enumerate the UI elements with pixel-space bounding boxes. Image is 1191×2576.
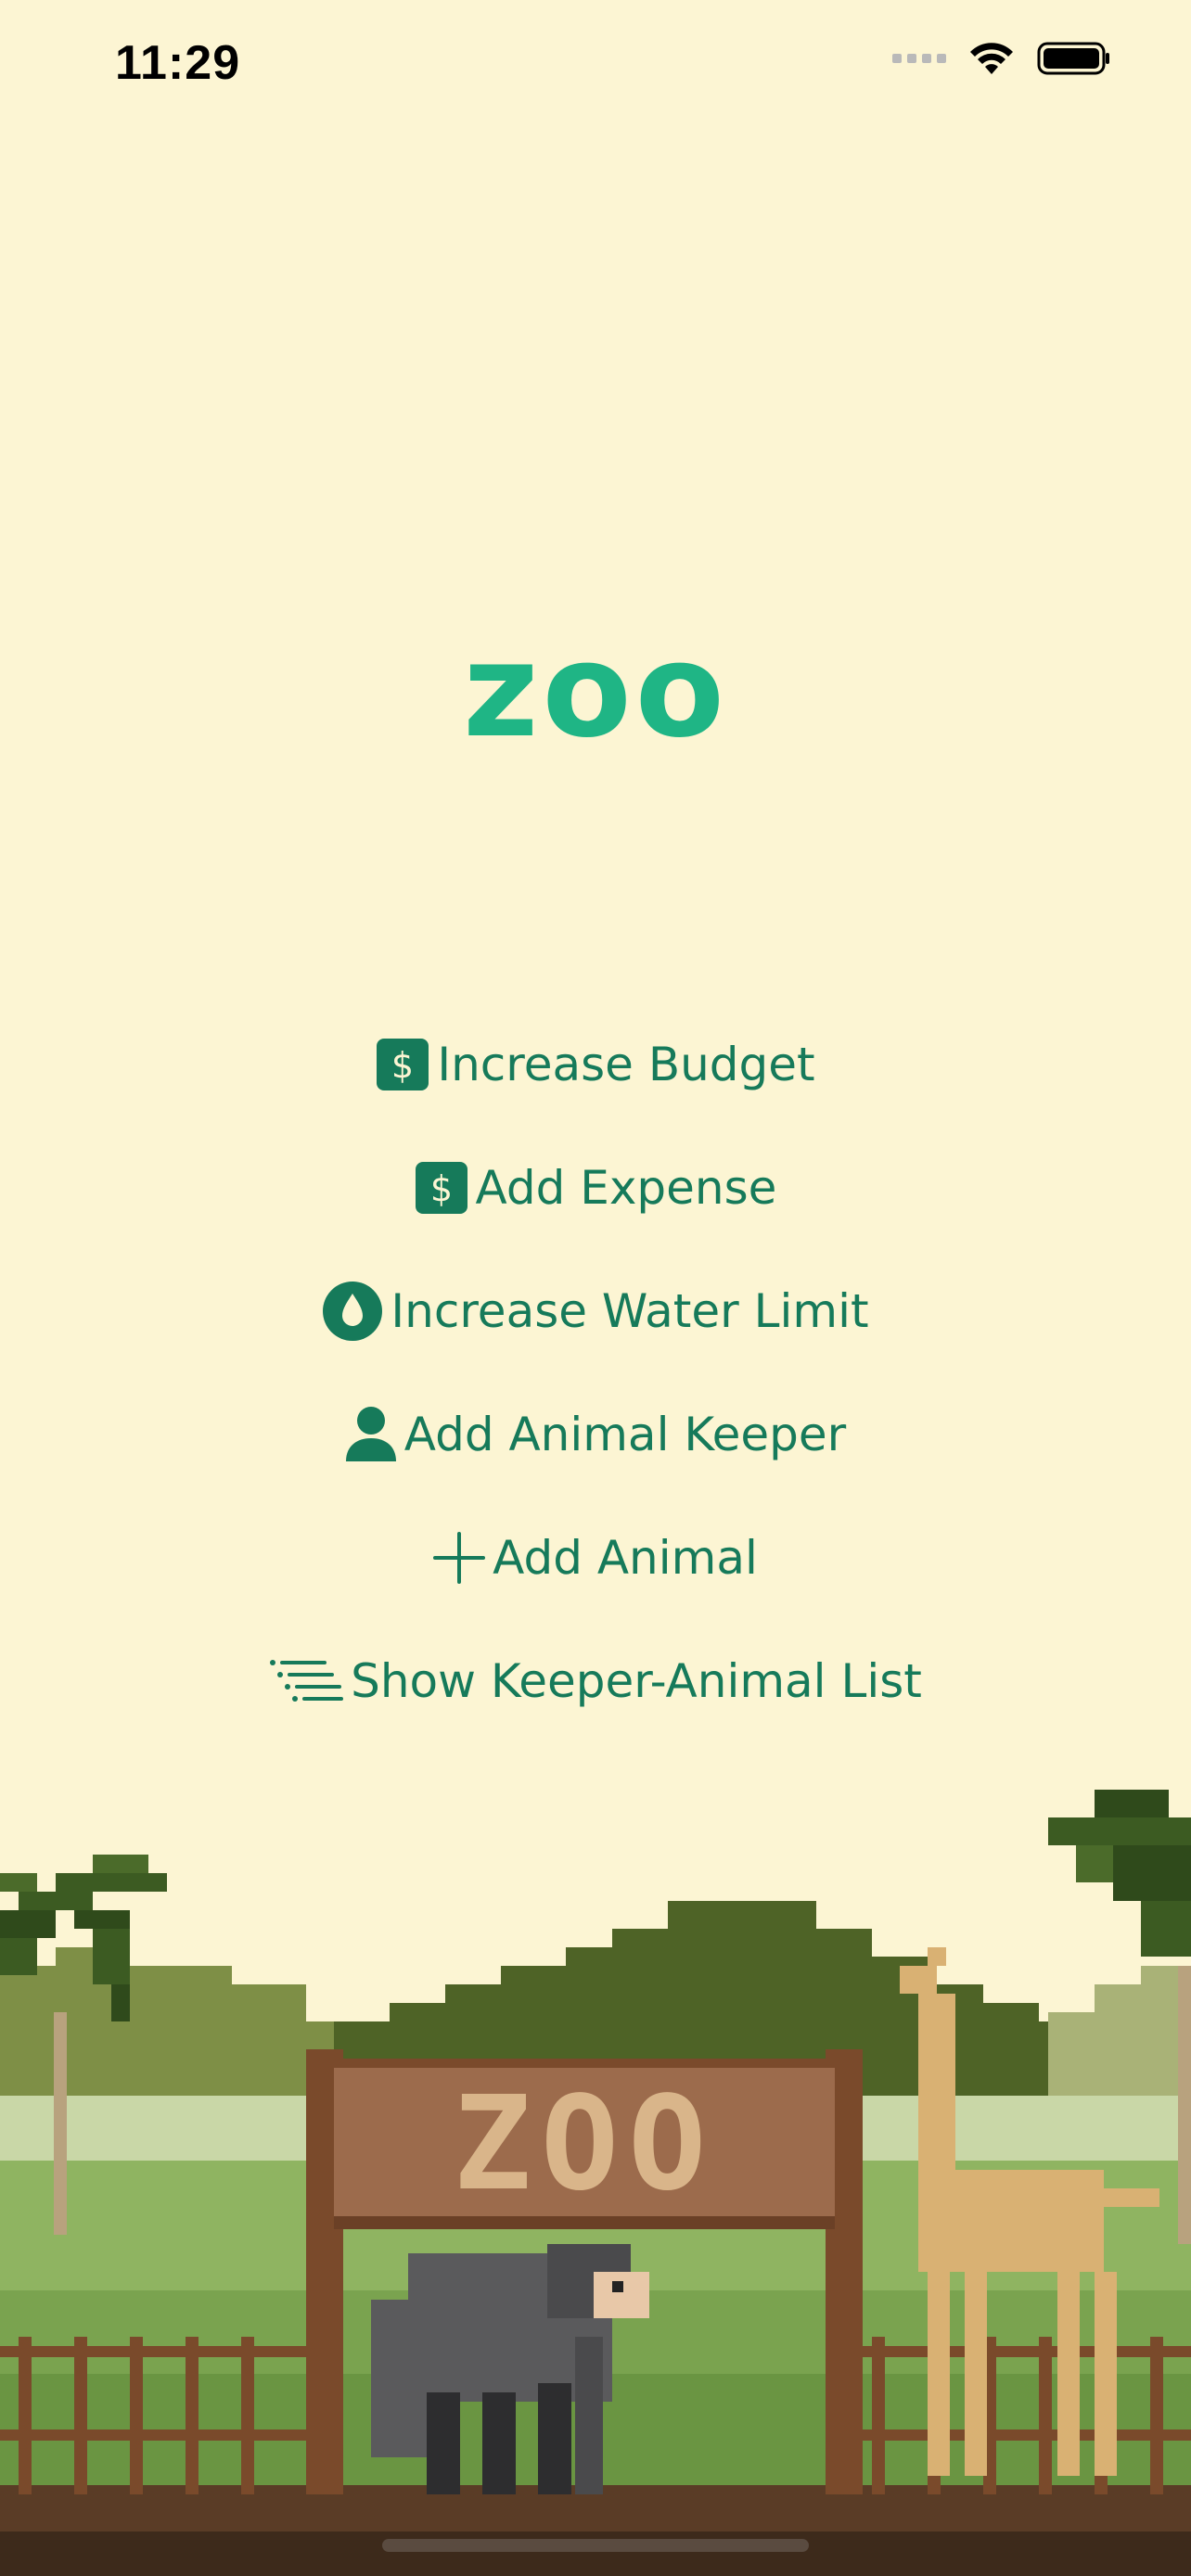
dollar-sign-icon: $ [415, 1161, 468, 1215]
hill [1048, 1966, 1191, 2114]
hill [0, 1947, 334, 2114]
cellular-signal-icon [892, 54, 946, 63]
home-indicator[interactable] [382, 2539, 809, 2552]
increase-water-limit-label: Increase Water Limit [391, 1284, 869, 1338]
add-animal-keeper-label: Add Animal Keeper [403, 1408, 847, 1461]
dollar-sign-icon: $ [376, 1038, 429, 1091]
svg-text:$: $ [429, 1168, 452, 1209]
status-time: 11:29 [115, 36, 241, 90]
add-expense-button[interactable]: $ Add Expense [0, 1141, 1191, 1234]
plus-icon [433, 1532, 486, 1584]
add-animal-keeper-button[interactable]: Add Animal Keeper [0, 1388, 1191, 1481]
increase-budget-button[interactable]: $ Increase Budget [0, 1018, 1191, 1111]
svg-text:$: $ [391, 1045, 414, 1086]
app-logo: zoo [463, 616, 728, 767]
zoo-scene-illustration: ZOO [0, 1790, 1191, 2576]
battery-icon [1037, 42, 1109, 75]
add-animal-button[interactable]: Add Animal [0, 1511, 1191, 1604]
water-drop-icon [322, 1281, 383, 1342]
increase-water-limit-button[interactable]: Increase Water Limit [0, 1265, 1191, 1358]
status-bar: 11:29 [0, 0, 1191, 139]
person-icon [345, 1406, 397, 1463]
increase-budget-label: Increase Budget [437, 1038, 815, 1091]
status-icons [892, 41, 1111, 76]
show-keeper-animal-list-label: Show Keeper-Animal List [351, 1654, 922, 1708]
add-expense-label: Add Expense [475, 1161, 777, 1215]
show-keeper-animal-list-button[interactable]: Show Keeper-Animal List [0, 1635, 1191, 1728]
zoo-sign-text: ZOO [454, 2069, 716, 2220]
list-icon [269, 1659, 344, 1703]
wifi-icon [970, 43, 1013, 74]
add-animal-label: Add Animal [493, 1531, 758, 1585]
